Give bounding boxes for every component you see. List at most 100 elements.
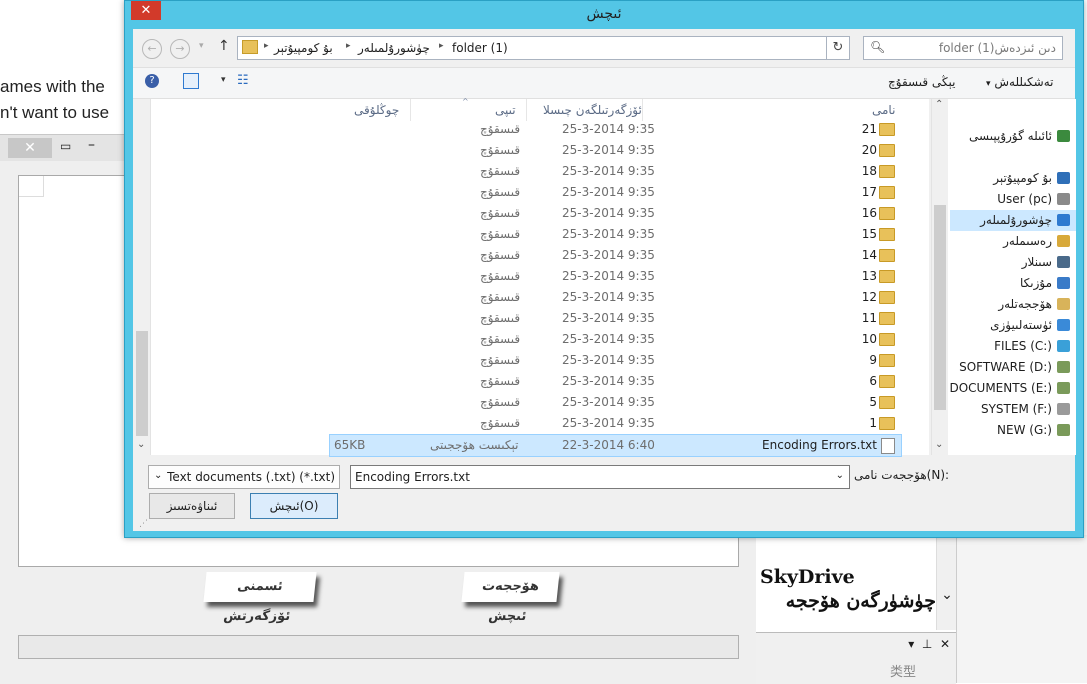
nav-item[interactable]: رەسىملەر <box>950 231 1076 252</box>
nav-item[interactable]: سىنلار <box>950 252 1076 273</box>
scroll-up-icon[interactable]: ⌃ <box>935 99 943 110</box>
file-row-selected[interactable]: Encoding Errors.txt 22-3-2014 6:40 تېكىست … <box>329 434 902 457</box>
folder-icon <box>879 291 895 304</box>
file-row[interactable]: 12 25-3-2014 9:35 قىسقۇچ <box>330 287 901 308</box>
address-bar[interactable]: ▸ بۇ كومپيۇتېر ▸ چۈشورۇلمىلەر ▸ folder (… <box>237 36 850 60</box>
file-type: قىسقۇچ <box>480 416 521 430</box>
nav-scrollbar[interactable]: ⌃ ⌄ <box>932 99 948 455</box>
pane-controls[interactable]: ▾ ⊥ ✕ <box>908 637 950 651</box>
file-row[interactable]: 13 25-3-2014 9:35 قىسقۇچ <box>330 266 901 287</box>
file-row[interactable]: 14 25-3-2014 9:35 قىسقۇچ <box>330 245 901 266</box>
up-arrow-icon[interactable]: ↑ <box>218 38 230 54</box>
file-row[interactable]: 5 25-3-2014 9:35 قىسقۇچ <box>330 392 901 413</box>
file-row[interactable]: 9 25-3-2014 9:35 قىسقۇچ <box>330 350 901 371</box>
scroll-down-icon[interactable]: ⌄ <box>935 439 943 450</box>
file-name: 21 <box>861 122 877 136</box>
navigation-pane[interactable]: ⌃ ⌄ ئائىلە گۇرۇپپىسى بۇ كومپيۇتېر User (pc… <box>931 99 1076 455</box>
scroll-down-icon[interactable]: ⌄ <box>936 535 957 630</box>
file-row[interactable]: 21 25-3-2014 9:35 قىسقۇچ <box>330 119 901 140</box>
nav-item[interactable]: SYSTEM (F:) <box>950 399 1076 420</box>
nav-item-label: NEW (G:) <box>997 423 1052 437</box>
nav-item[interactable]: هۆججەتلەر <box>950 294 1076 315</box>
new-folder-button[interactable]: يېڭى قىسقۇچ <box>888 75 955 89</box>
forward-icon[interactable]: → <box>170 39 190 59</box>
file-name: 16 <box>861 206 877 220</box>
file-date: 25-3-2014 9:35 <box>562 332 655 346</box>
nav-item[interactable]: SOFTWARE (D:) <box>950 357 1076 378</box>
nav-item-label: ئائىلە گۇرۇپپىسى <box>969 129 1052 143</box>
breadcrumb-separator-icon[interactable]: ▸ <box>264 41 269 51</box>
cancel-button[interactable]: ئىناۋەتسىز <box>149 493 235 519</box>
column-divider[interactable] <box>410 99 411 121</box>
file-row[interactable]: 17 25-3-2014 9:35 قىسقۇچ <box>330 182 901 203</box>
open-file-button[interactable]: هۆججەت ئىچش <box>461 572 560 624</box>
file-date: 22-3-2014 6:40 <box>562 438 655 452</box>
file-name-input[interactable]: Encoding Errors.txt ⌄ <box>350 465 850 489</box>
change-view-icon[interactable]: ☷ <box>237 73 249 88</box>
folder-icon <box>242 40 258 54</box>
organize-button[interactable]: ▾ تەشكىللەش <box>986 75 1053 89</box>
file-name: 10 <box>861 332 877 346</box>
nav-item[interactable]: مۇزىكا <box>950 273 1076 294</box>
back-icon[interactable]: ← <box>142 39 162 59</box>
file-list[interactable]: ⌄ چوڭلۇقى تىپى ئۆزگەرتىلگەن چىسلا نامى ^… <box>134 97 929 457</box>
preview-pane-icon[interactable] <box>183 73 199 89</box>
column-header-name[interactable]: نامى <box>872 103 895 117</box>
nav-item[interactable]: بۇ كومپيۇتېر <box>950 168 1076 189</box>
background-property-pane: ▾ ⊥ ✕ 类型 <box>756 632 956 684</box>
help-icon[interactable]: ? <box>145 74 159 88</box>
column-divider[interactable] <box>642 99 643 121</box>
refresh-icon[interactable]: ↻ <box>826 36 850 60</box>
recent-locations-dropdown[interactable]: ▾ <box>199 41 204 51</box>
close-icon[interactable]: ✕ <box>8 138 52 158</box>
file-name: 18 <box>861 164 877 178</box>
file-row[interactable]: 11 25-3-2014 9:35 قىسقۇچ <box>330 308 901 329</box>
folder-icon <box>879 354 895 367</box>
folder-icon <box>879 123 895 136</box>
file-name: 13 <box>861 269 877 283</box>
nav-item[interactable]: NEW (G:) <box>950 420 1076 441</box>
nav-item-label: سىنلار <box>1021 255 1052 269</box>
column-header-date[interactable]: ئۆزگەرتىلگەن چىسلا <box>543 103 642 117</box>
file-row[interactable]: 16 25-3-2014 9:35 قىسقۇچ <box>330 203 901 224</box>
column-header-size[interactable]: چوڭلۇقى <box>354 103 399 117</box>
nav-item[interactable]: چۈشورۇلمىلەر <box>950 210 1076 231</box>
breadcrumb-separator-icon[interactable]: ▸ <box>439 41 444 51</box>
resize-grip-icon[interactable]: ⋰ <box>139 519 148 529</box>
maximize-icon[interactable]: ▭ <box>60 139 71 153</box>
breadcrumb-separator-icon[interactable]: ▸ <box>346 41 351 51</box>
breadcrumb-downloads[interactable]: چۈشورۇلمىلەر <box>358 41 430 55</box>
breadcrumb-folder[interactable]: folder (1) <box>452 41 508 55</box>
chevron-down-icon[interactable]: ⌄ <box>836 470 844 481</box>
file-row[interactable]: 18 25-3-2014 9:35 قىسقۇچ <box>330 161 901 182</box>
file-row[interactable]: 10 25-3-2014 9:35 قىسقۇچ <box>330 329 901 350</box>
scrollbar-thumb[interactable] <box>934 205 946 410</box>
nav-item[interactable]: ئائىلە گۇرۇپپىسى <box>950 126 1076 147</box>
nav-item[interactable]: ئۈستەلىيۈزى <box>950 315 1076 336</box>
open-button[interactable]: ئىچش(O) <box>250 493 338 519</box>
file-type-select[interactable]: ⌄ Text documents (.txt) (*.txt) <box>148 465 340 489</box>
file-name: Encoding Errors.txt <box>762 438 877 452</box>
minimize-icon[interactable]: – <box>88 137 95 153</box>
file-name: 5 <box>869 395 877 409</box>
file-row[interactable]: 6 25-3-2014 9:35 قىسقۇچ <box>330 371 901 392</box>
file-row[interactable]: 15 25-3-2014 9:35 قىسقۇچ <box>330 224 901 245</box>
chevron-down-icon[interactable]: ▾ <box>221 75 226 85</box>
homegroup-icon <box>1057 130 1070 142</box>
breadcrumb-this-pc[interactable]: بۇ كومپيۇتېر <box>274 41 333 55</box>
save-text-button[interactable]: ئسمنى ئۆزگەرتش <box>203 572 317 624</box>
background-statusbar <box>18 635 739 659</box>
organize-label: تەشكىللەش <box>994 75 1054 89</box>
nav-item[interactable]: FILES (C:) <box>950 336 1076 357</box>
column-divider[interactable] <box>526 99 527 121</box>
nav-item[interactable]: DOCUMENTS (E:) <box>949 378 1076 399</box>
search-input[interactable]: 🔍︎ folder (1)دىن ئىزدەش <box>863 36 1063 60</box>
file-row[interactable]: 20 25-3-2014 9:35 قىسقۇچ <box>330 140 901 161</box>
file-type: قىسقۇچ <box>480 164 521 178</box>
nav-item[interactable]: User (pc) <box>950 189 1076 210</box>
pane-label: 类型 <box>889 665 916 680</box>
column-header-type[interactable]: تىپى <box>495 103 516 117</box>
nav-items: ئائىلە گۇرۇپپىسى بۇ كومپيۇتېر User (pc) چۈش… <box>948 99 1076 455</box>
file-row[interactable]: 1 25-3-2014 9:35 قىسقۇچ <box>330 413 901 434</box>
file-name: 9 <box>869 353 877 367</box>
